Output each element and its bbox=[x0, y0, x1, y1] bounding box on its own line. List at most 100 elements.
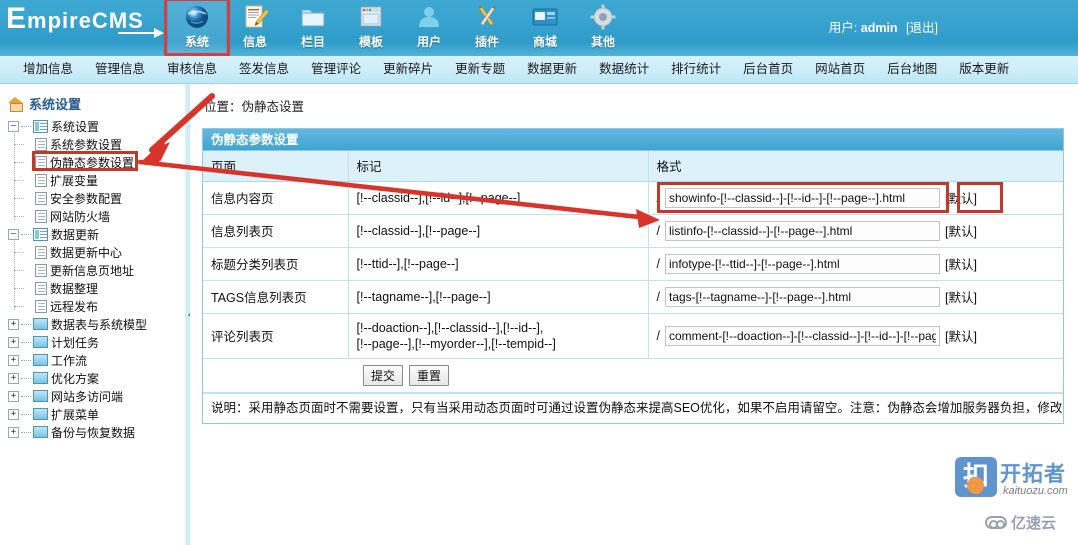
home-icon bbox=[8, 96, 23, 112]
sidebar-item-label: 更新信息页地址 bbox=[50, 263, 135, 278]
subnav-item[interactable]: 签发信息 bbox=[228, 56, 300, 83]
column-header-format: 格式 bbox=[648, 151, 1063, 182]
logout-link[interactable]: [退出] bbox=[906, 21, 938, 35]
default-link[interactable]: [默认] bbox=[945, 287, 977, 306]
subnav-item[interactable]: 更新专题 bbox=[444, 56, 516, 83]
expand-toggle-icon[interactable]: + bbox=[8, 408, 19, 420]
sidebar-group[interactable]: – 系统设置 bbox=[4, 117, 190, 135]
sidebar-item[interactable]: 数据更新中心 bbox=[4, 239, 190, 261]
reset-button[interactable]: 重置 bbox=[409, 364, 450, 386]
default-link[interactable]: [默认] bbox=[945, 221, 977, 240]
nav-item-template[interactable]: 模板 bbox=[342, 0, 400, 54]
sidebar-item[interactable]: 网站防火墙 bbox=[4, 203, 190, 225]
sidebar-item-label: 安全参数配置 bbox=[50, 191, 123, 206]
subnav-item[interactable]: 排行统计 bbox=[660, 56, 732, 83]
sidebar-group-label: 计划任务 bbox=[51, 335, 100, 350]
sidebar-item-label: 数据整理 bbox=[50, 281, 99, 296]
sidebar-group[interactable]: + 数据表与系统模型 bbox=[4, 315, 190, 333]
format-input[interactable] bbox=[664, 286, 940, 307]
subnav-item[interactable]: 数据更新 bbox=[516, 56, 588, 83]
sidebar-group-label: 系统设置 bbox=[51, 119, 100, 134]
sidebar-item-wrapper: 安全参数配置 bbox=[4, 185, 190, 207]
button-cell: 提交 重置 bbox=[203, 358, 1063, 393]
sidebar-item[interactable]: 更新信息页地址 bbox=[4, 257, 190, 279]
sidebar-item[interactable]: 数据整理 bbox=[4, 275, 190, 297]
subnav-item[interactable]: 更新碎片 bbox=[372, 56, 444, 83]
submit-button[interactable]: 提交 bbox=[363, 364, 404, 386]
sidebar-item-wrapper: 网站防火墙 bbox=[4, 203, 190, 225]
expand-toggle-icon[interactable]: + bbox=[8, 354, 19, 366]
sidebar-item[interactable]: 扩展变量 bbox=[4, 167, 190, 189]
subnav-item[interactable]: 管理评论 bbox=[300, 56, 372, 83]
sidebar-tree: – 系统设置 系统参数设置 伪静态参数设置 扩展变量 安全参数配置 网站防火墙 – 数据更新 数据… bbox=[4, 117, 190, 441]
expand-toggle-icon[interactable]: + bbox=[8, 318, 19, 330]
sidebar-group[interactable]: + 优化方案 bbox=[4, 369, 190, 387]
nav-item-plugin[interactable]: 插件 bbox=[458, 0, 516, 54]
sidebar-group[interactable]: + 网站多访问端 bbox=[4, 387, 190, 405]
collapse-toggle-icon[interactable]: – bbox=[8, 228, 19, 240]
cell-marks: [!--tagname--],[!--page--] bbox=[348, 280, 649, 314]
nav-item-category[interactable]: 栏目 bbox=[284, 0, 342, 54]
table-row: 信息内容页 [!--classid--],[!--id--],[!--page--… bbox=[203, 181, 1063, 215]
sidebar-group-label: 网站多访问端 bbox=[51, 389, 124, 404]
secondary-nav: 增加信息 管理信息 审核信息 签发信息 管理评论 更新碎片 更新专题 数据更新 数据统计 排行统计… bbox=[0, 56, 1078, 84]
sidebar-group-label: 扩展菜单 bbox=[51, 407, 100, 422]
subnav-item[interactable]: 后台地图 bbox=[876, 56, 948, 83]
path-slash: / bbox=[656, 289, 660, 304]
subnav-item[interactable]: 后台首页 bbox=[732, 56, 804, 83]
default-link[interactable]: [默认] bbox=[945, 188, 977, 207]
nav-item-info[interactable]: 信息 bbox=[226, 0, 284, 54]
sidebar-item-wrapper: 数据更新中心 bbox=[4, 239, 190, 261]
expand-toggle-icon[interactable]: + bbox=[8, 390, 19, 402]
cell-page-name: 信息列表页 bbox=[203, 214, 349, 248]
subnav-item[interactable]: 增加信息 bbox=[12, 56, 84, 83]
sidebar-item-wrapper: 数据整理 bbox=[4, 275, 190, 297]
subnav-item[interactable]: 审核信息 bbox=[156, 56, 228, 83]
sidebar-item[interactable]: 安全参数配置 bbox=[4, 185, 190, 207]
nav-item-system[interactable]: 系统 bbox=[164, 0, 230, 56]
cell-format: / [默认] bbox=[648, 181, 1063, 215]
folder-icon bbox=[299, 3, 327, 31]
sidebar-item[interactable]: 系统参数设置 bbox=[4, 131, 190, 153]
expand-toggle-icon[interactable]: + bbox=[8, 372, 19, 384]
subnav-item[interactable]: 网站首页 bbox=[804, 56, 876, 83]
subnav-item[interactable]: 版本更新 bbox=[948, 56, 1020, 83]
cell-marks: [!--classid--],[!--page--] bbox=[348, 214, 649, 248]
main-area: 系统设置 – 系统设置 系统参数设置 伪静态参数设置 扩展变量 安全参数配置 网站防火墙 – 数… bbox=[0, 84, 1078, 545]
cell-format: / [默认] bbox=[648, 247, 1063, 281]
expand-toggle-icon[interactable]: + bbox=[8, 336, 19, 348]
logo[interactable]: EmpireCMS bbox=[0, 0, 168, 56]
format-input[interactable] bbox=[664, 253, 940, 274]
format-input[interactable] bbox=[664, 220, 940, 241]
sheet-icon bbox=[35, 173, 47, 187]
breadcrumb: 位置：伪静态设置 bbox=[204, 100, 305, 114]
nav-item-mall[interactable]: 商城 bbox=[516, 0, 574, 54]
user-info: 用户: admin [退出] bbox=[829, 0, 938, 36]
sidebar-item-wrapper: 扩展变量 bbox=[4, 167, 190, 189]
sidebar-group[interactable]: – 数据更新 bbox=[4, 225, 190, 243]
logo-rest: mpireCMS bbox=[27, 8, 144, 33]
sidebar-group[interactable]: + 计划任务 bbox=[4, 333, 190, 351]
default-link[interactable]: [默认] bbox=[945, 326, 977, 345]
sidebar-group-label: 优化方案 bbox=[51, 371, 100, 386]
subnav-item[interactable]: 数据统计 bbox=[588, 56, 660, 83]
sidebar-group[interactable]: + 备份与恢复数据 bbox=[4, 423, 190, 441]
tree-connector bbox=[21, 413, 31, 415]
format-input[interactable] bbox=[664, 187, 940, 208]
expand-toggle-icon[interactable]: + bbox=[8, 426, 19, 438]
format-input[interactable] bbox=[664, 325, 940, 346]
folder-icon bbox=[33, 354, 48, 366]
sidebar-item[interactable]: 伪静态参数设置 bbox=[4, 149, 190, 171]
list-icon bbox=[33, 119, 48, 133]
sidebar-group[interactable]: + 工作流 bbox=[4, 351, 190, 369]
sidebar-group[interactable]: + 扩展菜单 bbox=[4, 405, 190, 423]
cell-page-name: 标题分类列表页 bbox=[203, 247, 349, 281]
sidebar-item[interactable]: 远程发布 bbox=[4, 293, 190, 315]
format-editor: / [默认] bbox=[657, 220, 1056, 241]
nav-item-other[interactable]: 其他 bbox=[574, 0, 632, 54]
collapse-toggle-icon[interactable]: – bbox=[8, 120, 19, 132]
nav-item-user[interactable]: 用户 bbox=[400, 0, 458, 54]
default-link[interactable]: [默认] bbox=[945, 254, 977, 273]
subnav-item[interactable]: 管理信息 bbox=[84, 56, 156, 83]
table-footer-row: 提交 重置 bbox=[203, 358, 1063, 393]
